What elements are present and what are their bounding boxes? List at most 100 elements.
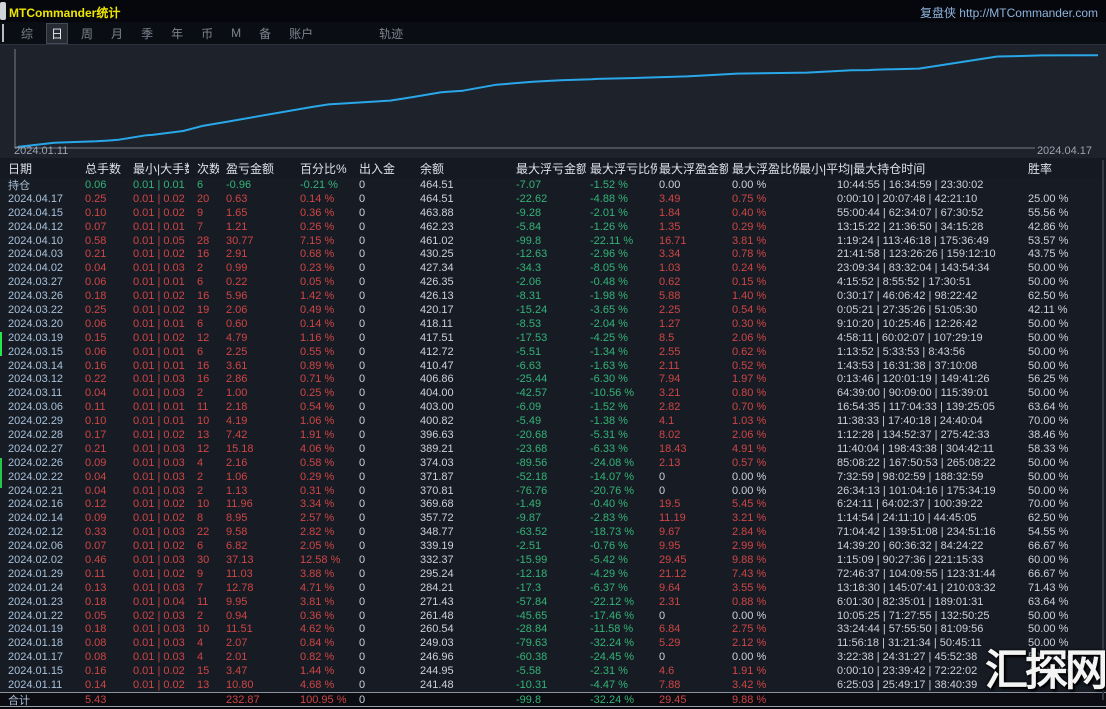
table-row[interactable]: 2024.01.18 0.08 0.01 | 0.03 4 2.07 0.84 % 0 249… [0, 636, 1106, 651]
table-row[interactable]: 2024.01.15 0.16 0.01 | 0.02 15 3.47 1.44 % 0 24… [0, 664, 1106, 679]
cell-balance: 426.13 [420, 290, 454, 303]
table-row[interactable]: 2024.01.11 0.14 0.01 | 0.02 13 10.80 4.68 % 0 2… [0, 678, 1106, 692]
table-row[interactable]: 2024.03.22 0.25 0.01 | 0.02 19 2.06 0.49 % 0 42… [0, 303, 1106, 317]
cell-pnl: 2.25 [226, 345, 248, 358]
cell-win: 53.57 % [1028, 234, 1069, 247]
cell-inout: 0 [359, 694, 366, 706]
cell-win: 60.00 % [1028, 553, 1069, 566]
brand-link[interactable]: 复盘侠 http://MTCommander.com [920, 4, 1098, 21]
cell-minmax: 0.01 | 0.02 [133, 331, 185, 344]
header-pct[interactable]: 百分比% [293, 160, 357, 177]
cell-pct: 0.84 % [300, 637, 335, 650]
tab-日[interactable]: 日 [46, 22, 69, 44]
cell-fp: 0 [659, 484, 666, 497]
table-row[interactable]: 2024.03.06 0.11 0.01 | 0.01 11 2.18 0.54 % 0 40… [0, 400, 1106, 415]
table-row[interactable]: 2024.03.27 0.06 0.01 | 0.01 6 0.22 0.05 % 0 426… [0, 275, 1106, 290]
table-row[interactable]: 2024.04.02 0.04 0.01 | 0.03 2 0.99 0.23 % 0 427… [0, 261, 1106, 276]
cell-flp: -24.08 % [590, 456, 635, 469]
table-row[interactable]: 2024.03.14 0.16 0.01 | 0.01 16 3.61 0.89 % 0 41… [0, 358, 1106, 373]
tab-季[interactable]: 季 [136, 23, 158, 44]
table-row[interactable]: 2024.02.28 0.17 0.01 | 0.02 13 7.42 1.91 % 0 39… [0, 428, 1106, 442]
cell-lots: 0.10 [85, 415, 107, 428]
table-row[interactable]: 2024.01.19 0.18 0.01 | 0.03 10 11.51 4.62 % 0 2… [0, 622, 1106, 637]
cell-flp: -2.31 % [590, 665, 628, 678]
scrollbar[interactable] [1102, 160, 1104, 700]
table-row[interactable]: 2024.04.17 0.25 0.01 | 0.02 20 0.63 0.14 % 0 46… [0, 191, 1106, 206]
cell-fpp: 9.88 % [732, 553, 767, 566]
cell-flp: -20.76 % [590, 484, 635, 497]
open-position-row[interactable]: 持仓 0.06 0.01 | 0.01 6 -0.96 -0.21 % 0 464.51 -7.… [0, 178, 1106, 192]
header-balance[interactable]: 余额 [414, 160, 506, 177]
header-win[interactable]: 胜率 [1023, 160, 1106, 177]
cell-lots: 0.06 [85, 317, 107, 330]
table-row[interactable]: 2024.03.19 0.15 0.01 | 0.02 12 4.79 1.16 % 0 41… [0, 330, 1106, 345]
tab-综[interactable]: 综 [16, 23, 38, 44]
table-row[interactable]: 2024.01.22 0.05 0.02 | 0.03 2 0.94 0.36 % 0 261… [0, 608, 1106, 623]
tab-备[interactable]: 备 [254, 23, 276, 44]
cell-inout: 0 [359, 540, 366, 553]
table-row[interactable]: 2024.04.03 0.21 0.01 | 0.02 16 2.91 0.68 % 0 43… [0, 247, 1106, 262]
table-row[interactable]: 2024.03.20 0.06 0.01 | 0.01 6 0.60 0.14 % 0 418… [0, 316, 1106, 331]
table-header-row: 日期总手数最小|大手数次数盈亏金额百分比%出入金余额最大浮亏金额最大浮亏比例最大… [0, 158, 1106, 178]
cell-balance: 464.51 [420, 192, 454, 205]
cell-balance: 427.34 [420, 262, 454, 275]
table-row[interactable]: 2024.04.15 0.10 0.01 | 0.02 9 1.65 0.36 % 0 463… [0, 205, 1106, 220]
cell-minmax: 0.01 | 0.01 [133, 345, 185, 358]
header-inout[interactable]: 出入金 [357, 160, 414, 177]
table-row[interactable]: 2024.01.17 0.08 0.01 | 0.03 4 2.01 0.82 % 0 246… [0, 650, 1106, 665]
cell-lots: 0.14 [85, 679, 107, 691]
cell-fl: -5.49 [516, 415, 542, 428]
cell-date: 2024.02.14 [8, 512, 64, 525]
cell-win: 50.00 % [1028, 609, 1069, 622]
header-time[interactable]: 最小|平均|最大持仓时间 [799, 160, 1023, 177]
header-fp[interactable]: 最大浮盈金额 [657, 160, 728, 177]
table-row[interactable]: 2024.02.02 0.46 0.01 | 0.03 30 37.13 12.58 % 0… [0, 553, 1106, 567]
cell-time: 0:13:46 | 120:01:19 | 149:41:26 [837, 373, 990, 386]
cell-lots: 0.10 [85, 206, 107, 219]
cell-fpp: 0.30 % [732, 317, 767, 330]
table-row[interactable]: 2024.02.21 0.04 0.01 | 0.03 2 1.13 0.31 % 0 370… [0, 483, 1106, 498]
table-row[interactable]: 2024.03.15 0.06 0.01 | 0.01 6 2.25 0.55 % 0 412… [0, 344, 1106, 359]
table-row[interactable]: 2024.02.06 0.07 0.01 | 0.02 6 6.82 2.05 % 0 339… [0, 539, 1106, 554]
tab-账户[interactable]: 账户 [284, 23, 318, 44]
cell-date: 2024.03.22 [8, 303, 64, 316]
header-flp[interactable]: 最大浮亏比例 [586, 160, 657, 177]
tab-年[interactable]: 年 [166, 23, 188, 44]
header-fl[interactable]: 最大浮亏金额 [506, 160, 586, 177]
table-row[interactable]: 2024.03.11 0.04 0.01 | 0.03 2 1.00 0.25 % 0 404… [0, 386, 1106, 401]
table-row[interactable]: 2024.04.12 0.07 0.01 | 0.01 7 1.21 0.26 % 0 462… [0, 219, 1106, 234]
table-row[interactable]: 2024.02.14 0.09 0.01 | 0.02 8 8.95 2.57 % 0 357… [0, 511, 1106, 526]
header-fpp[interactable]: 最大浮盈比例 [728, 160, 799, 177]
table-row[interactable]: 2024.02.16 0.12 0.01 | 0.02 10 11.96 3.34 % 0 3… [0, 497, 1106, 512]
header-lots[interactable]: 总手数 [78, 160, 125, 177]
cell-fp: 0 [659, 470, 666, 483]
tab-币[interactable]: 币 [196, 23, 218, 44]
table-row[interactable]: 2024.04.10 0.58 0.01 | 0.05 28 30.77 7.15 % 0 4… [0, 233, 1106, 248]
table-row[interactable]: 2024.02.22 0.04 0.01 | 0.03 2 1.06 0.29 % 0 371… [0, 469, 1106, 484]
cell-pnl: 2.86 [226, 373, 248, 386]
table-row[interactable]: 2024.03.12 0.22 0.01 | 0.03 16 2.86 0.71 % 0 40… [0, 372, 1106, 387]
cell-time: 13:18:30 | 145:07:41 | 210:03:32 [837, 581, 996, 594]
header-date[interactable]: 日期 [0, 160, 78, 177]
table-row[interactable]: 2024.01.23 0.18 0.01 | 0.04 11 9.95 3.81 % 0 27… [0, 594, 1106, 609]
tab-轨迹[interactable]: 轨迹 [374, 23, 408, 44]
header-pnl[interactable]: 盈亏金额 [219, 160, 293, 177]
tab-M[interactable]: M [226, 24, 246, 42]
tab-周[interactable]: 周 [76, 23, 98, 44]
table-row[interactable]: 2024.02.26 0.09 0.01 | 0.03 4 2.16 0.58 % 0 374… [0, 455, 1106, 470]
equity-curve-chart: 2024.01.11 2024.04.17 [0, 44, 1106, 158]
table-row[interactable]: 2024.01.24 0.13 0.01 | 0.03 7 12.78 4.71 % 0 28… [0, 580, 1106, 595]
table-row[interactable]: 2024.02.12 0.33 0.01 | 0.03 22 9.58 2.82 % 0 34… [0, 525, 1106, 540]
header-count[interactable]: 次数 [189, 160, 219, 177]
table-row[interactable]: 2024.02.29 0.10 0.01 | 0.01 10 4.19 1.06 % 0 40… [0, 414, 1106, 429]
cell-fp: 2.13 [659, 456, 681, 469]
header-minmax[interactable]: 最小|大手数 [125, 160, 189, 177]
cell-pnl: 1.13 [226, 484, 248, 497]
cell-lots: 0.04 [85, 387, 107, 400]
tab-月[interactable]: 月 [106, 23, 128, 44]
cell-flp: -11.58 % [590, 623, 634, 636]
table-row[interactable]: 2024.01.29 0.11 0.01 | 0.02 9 11.03 3.88 % 0 29… [0, 566, 1106, 581]
table-row[interactable]: 2024.03.26 0.18 0.01 | 0.02 16 5.96 1.42 % 0 42… [0, 289, 1106, 304]
cell-time: 10:44:55 | 16:34:59 | 23:30:02 [837, 178, 984, 191]
table-row[interactable]: 2024.02.27 0.21 0.01 | 0.03 12 15.18 4.06 % 0 3… [0, 441, 1106, 456]
